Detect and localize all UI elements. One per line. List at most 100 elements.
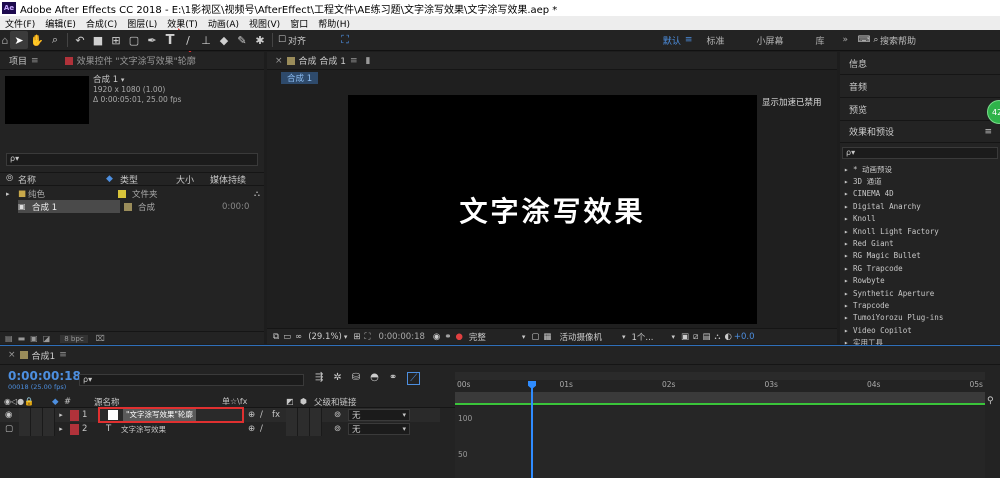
bit-depth-button[interactable]: 8 bpc <box>60 334 88 343</box>
selected-item-highlight[interactable]: ▣ 合成 1 <box>18 200 120 213</box>
layer-label-color-icon[interactable] <box>70 423 79 435</box>
viewer-menu-icon[interactable]: ≡ <box>350 56 358 66</box>
layer-shy-switch[interactable]: ⊕ <box>248 410 260 420</box>
table-row[interactable]: ▢ ▸ 2 T 文字涂写效果 ⊕ / ⊚ 无 ▾ <box>0 422 440 436</box>
search-help-input[interactable]: 搜索帮助 <box>880 34 1000 47</box>
label-col-icon[interactable]: ◆ <box>52 397 64 407</box>
work-area-bar[interactable] <box>455 372 985 380</box>
workspace-small-screen[interactable]: 小屏幕 <box>746 34 793 47</box>
list-item[interactable]: ▸ RG Magic Bullet <box>840 250 1000 262</box>
workspace-overflow-button[interactable]: » <box>842 35 848 45</box>
table-row[interactable]: ◉ ▸ 1 "文字涂写效果"轮廓 ⊕ / fx ⊚ 无 ▾ <box>0 407 440 423</box>
exposure-value[interactable]: +0.0 <box>734 332 755 342</box>
shy-icon[interactable]: ✲ <box>333 372 341 385</box>
list-item[interactable]: ▸ 3D 通道 <box>840 175 1000 187</box>
layer-quality-switch[interactable]: / <box>260 424 272 434</box>
expand-arrow-icon[interactable]: ▸ <box>6 190 18 198</box>
timeline-nav-icon[interactable]: ⚲ <box>987 396 994 406</box>
timeline-toggle-icon[interactable]: ▤ <box>702 332 710 342</box>
views-dropdown[interactable]: 1个... <box>631 331 653 343</box>
label-color-icon[interactable] <box>118 189 126 198</box>
close-icon[interactable]: × <box>8 350 16 360</box>
layer-name[interactable]: 文字涂写效果 <box>121 424 166 435</box>
interpret-footage-icon[interactable]: ▤ <box>5 334 13 343</box>
brush-tool-icon[interactable]: / <box>179 31 197 49</box>
layer-name-highlight[interactable]: "文字涂写效果"轮廓 <box>98 407 244 423</box>
menu-help[interactable]: 帮助(H) <box>313 17 355 30</box>
list-item[interactable]: ▸ Trapcode <box>840 299 1000 311</box>
comp-flowchart-icon[interactable]: ⇶ <box>315 372 323 385</box>
col-size[interactable]: 大小 <box>176 173 210 186</box>
timeline-search-input[interactable]: ρ▾ <box>79 374 304 386</box>
tab-composition[interactable]: 合成 合成 1 <box>299 54 346 67</box>
close-icon[interactable]: × <box>275 56 283 66</box>
list-item[interactable]: ▸ Synthetic Aperture <box>840 287 1000 299</box>
layer-quality-switch[interactable]: / <box>260 410 272 420</box>
new-comp-icon[interactable]: ▣ <box>30 334 38 343</box>
flowchart-icon[interactable]: ⛬ <box>254 189 260 199</box>
menu-view[interactable]: 视图(V) <box>244 17 285 30</box>
composition-canvas[interactable]: 文字涂写效果 <box>348 95 757 324</box>
transparency-grid-icon[interactable]: ▦ <box>543 332 551 342</box>
exposure-icon[interactable]: ◐ <box>724 332 731 342</box>
panel-audio[interactable]: 音频 <box>840 75 1000 98</box>
flowchart-view-icon[interactable]: ⛬ <box>714 332 720 342</box>
workspace-menu-icon[interactable]: ≡ <box>685 35 693 45</box>
label-color-icon[interactable] <box>124 202 132 211</box>
pickwhip-icon[interactable]: ⊚ <box>334 410 348 420</box>
col-name[interactable]: 名称 <box>18 173 106 186</box>
zoom-tool-icon[interactable]: ⌕ <box>46 31 64 49</box>
rectangle-tool-icon[interactable]: ▢ <box>125 31 143 49</box>
draft-3d-icon[interactable]: ⚭ <box>389 372 397 385</box>
tag-col-icon[interactable]: ◆ <box>106 174 120 184</box>
panel-info[interactable]: 信息 <box>840 52 1000 75</box>
comp-dropdown-icon[interactable]: ▾ <box>121 76 125 84</box>
pan-behind-tool-icon[interactable]: ⊞ <box>107 31 125 49</box>
region-icon[interactable]: ⛶ <box>364 332 370 342</box>
color-channel-icon[interactable]: ● <box>455 332 462 342</box>
expand-arrow-icon[interactable]: ▸ <box>55 411 67 419</box>
list-item[interactable]: ▸ TumoiYorozu Plug-ins <box>840 312 1000 324</box>
col-type[interactable]: 类型 <box>120 173 176 186</box>
tab-timeline-comp[interactable]: 合成1 <box>32 349 56 362</box>
list-item[interactable]: ▸ Video Copilot <box>840 324 1000 336</box>
resolution-dropdown[interactable]: 完整 <box>469 331 486 343</box>
3d-col-icon[interactable]: ⬢ <box>300 397 314 406</box>
new-folder-icon[interactable]: ▬ <box>18 334 26 343</box>
panel-preview[interactable]: 预览 <box>840 98 1000 121</box>
av-features-icon[interactable]: ◉◁●🔒 <box>4 397 52 406</box>
list-item[interactable]: ▸ * 动画预设 <box>840 163 1000 175</box>
eraser-tool-icon[interactable]: ◆ <box>215 31 233 49</box>
current-time[interactable]: 0:00:00:18 <box>8 369 81 383</box>
layer-fx-switch[interactable]: fx <box>272 410 286 420</box>
parent-dropdown[interactable]: 无 ▾ <box>348 423 410 435</box>
tab-project[interactable]: 项目 <box>9 54 27 67</box>
number-col-icon[interactable]: # <box>64 397 76 407</box>
show-snapshot-icon[interactable]: ⚭ <box>444 332 451 342</box>
visibility-icon[interactable]: ◉ <box>5 410 19 420</box>
menu-composition[interactable]: 合成(C) <box>81 17 122 30</box>
col-source-name[interactable]: 源名称 <box>94 396 222 408</box>
layer-name-cell[interactable]: T 文字涂写效果 <box>98 424 244 435</box>
effects-menu-icon[interactable]: ≡ <box>984 127 992 137</box>
workspace-library[interactable]: 库 <box>805 34 834 47</box>
layer-label-color-icon[interactable] <box>70 409 79 421</box>
always-preview-icon[interactable]: ⧉ <box>273 332 279 342</box>
viewer-timecode[interactable]: 0:00:00:18 <box>378 332 424 342</box>
expand-arrow-icon[interactable]: ▸ <box>55 425 67 433</box>
snapshot-icon[interactable]: ◉ <box>433 332 440 342</box>
workspace-standard[interactable]: 标准 <box>696 34 734 47</box>
graph-editor-icon[interactable]: ⟋ <box>407 372 421 385</box>
col-duration[interactable]: 媒体持续 <box>210 173 246 186</box>
pickwhip-icon[interactable]: ⊚ <box>334 424 348 434</box>
lock-icon[interactable]: ▮ <box>366 56 371 66</box>
col-parent[interactable]: 父级和链接 <box>314 396 357 408</box>
monitor-icon[interactable]: ▭ <box>283 332 291 342</box>
roi-icon[interactable]: ▢ <box>531 332 539 342</box>
selection-tool-icon[interactable]: ➤ <box>10 31 28 49</box>
camera-tool-icon[interactable]: ■ <box>89 31 107 49</box>
rotate-tool-icon[interactable]: ↶ <box>71 31 89 49</box>
list-item[interactable]: ▸ Knoll <box>840 213 1000 225</box>
camera-dropdown[interactable]: 活动摄像机 <box>559 331 602 343</box>
project-settings-icon[interactable]: ◪ <box>43 334 51 343</box>
